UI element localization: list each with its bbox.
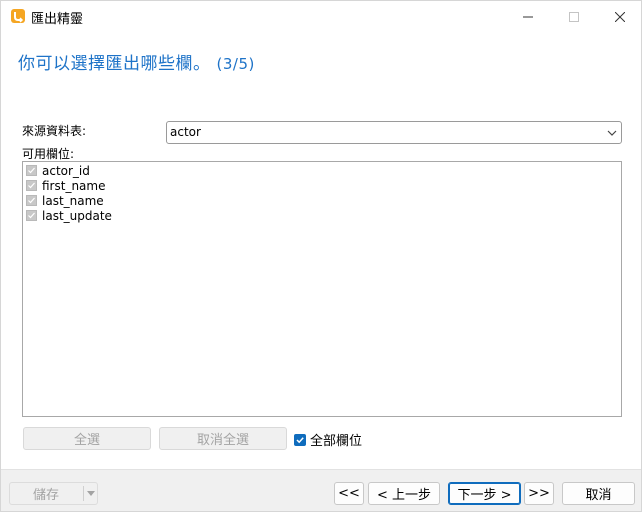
cancel-button[interactable]: 取消 (562, 482, 635, 505)
list-item[interactable]: actor_id (26, 163, 90, 178)
maximize-button[interactable] (551, 1, 597, 32)
available-fields-label: 可用欄位: (22, 147, 75, 161)
field-checkbox[interactable] (26, 210, 37, 221)
all-fields-checkbox[interactable] (294, 433, 306, 446)
caret-down-icon (87, 490, 95, 496)
next-button[interactable]: 下一步 > (448, 482, 521, 505)
maximize-icon (569, 11, 579, 22)
field-checkbox[interactable] (26, 180, 37, 191)
field-checkbox[interactable] (26, 165, 37, 176)
window-title: 匯出精靈 (31, 12, 84, 27)
minimize-icon (523, 16, 533, 17)
check-icon (28, 167, 35, 174)
first-step-button[interactable]: << (334, 482, 364, 505)
minimize-button[interactable] (505, 1, 551, 32)
select-all-button[interactable]: 全選 (23, 427, 151, 450)
source-table-label: 來源資料表: (22, 124, 87, 138)
field-name: actor_id (42, 163, 90, 178)
deselect-all-button[interactable]: 取消全選 (159, 427, 287, 450)
save-button[interactable]: 儲存 (10, 483, 82, 504)
available-fields-list[interactable]: actor_id first_name last_name last_updat… (22, 161, 622, 417)
close-icon (615, 11, 625, 22)
field-checkbox[interactable] (26, 195, 37, 206)
field-name: last_name (42, 193, 104, 208)
divider (83, 486, 84, 501)
list-item[interactable]: last_update (26, 208, 112, 223)
wizard-heading: 你可以選擇匯出哪些欄。 (3/5) (18, 49, 255, 74)
wizard-step: (3/5) (216, 55, 255, 73)
save-split-button[interactable]: 儲存 (9, 482, 98, 505)
save-dropdown-button[interactable] (85, 483, 97, 504)
source-table-value: actor (170, 125, 201, 139)
field-name: first_name (42, 178, 106, 193)
all-fields-toggle[interactable]: 全部欄位 (294, 430, 362, 449)
title-bar[interactable]: 匯出精靈 (1, 1, 641, 32)
export-wizard-window: 匯出精靈 你可以選擇匯出哪些欄。 (3/5) 來源資料表: actor 可用欄位: (0, 0, 642, 512)
previous-button[interactable]: < 上一步 (368, 482, 440, 505)
check-icon (28, 197, 35, 204)
list-item[interactable]: first_name (26, 178, 105, 193)
close-button[interactable] (597, 1, 642, 32)
wizard-footer: 儲存 << < 上一步 下一步 > >> 取消 (1, 469, 641, 511)
field-name: last_update (42, 208, 112, 223)
source-table-select[interactable]: actor (166, 121, 622, 144)
chevron-down-icon (607, 130, 617, 136)
list-item[interactable]: last_name (26, 193, 104, 208)
wizard-app-icon (11, 9, 25, 23)
wizard-title: 你可以選擇匯出哪些欄。 (18, 54, 211, 74)
check-icon (28, 182, 35, 189)
check-icon (28, 212, 35, 219)
check-icon (296, 436, 304, 443)
last-step-button[interactable]: >> (524, 482, 554, 505)
all-fields-label: 全部欄位 (310, 434, 363, 449)
